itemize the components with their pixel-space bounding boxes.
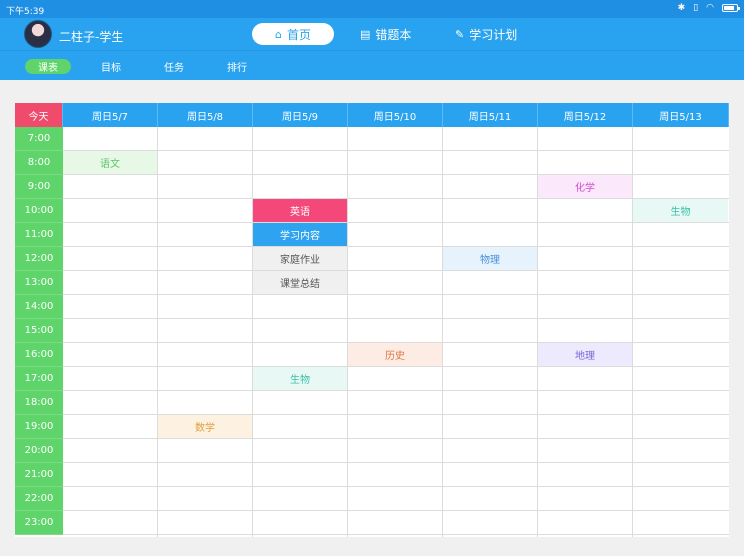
row-divider bbox=[63, 534, 729, 535]
home-icon: ⌂ bbox=[275, 27, 282, 41]
subtab-ranking[interactable]: 排行 bbox=[219, 59, 255, 74]
vibrate-icon: ▯ bbox=[693, 3, 699, 13]
class-event[interactable]: 家庭作业 bbox=[253, 247, 347, 270]
class-event[interactable]: 数学 bbox=[158, 415, 252, 438]
subtab-tasks[interactable]: 任务 bbox=[156, 59, 192, 74]
avatar[interactable] bbox=[24, 20, 52, 48]
time-label: 10:00 bbox=[15, 199, 63, 223]
time-label: 17:00 bbox=[15, 367, 63, 391]
time-label: 22:00 bbox=[15, 487, 63, 511]
class-event[interactable]: 地理 bbox=[538, 343, 632, 366]
column-divider bbox=[632, 127, 633, 537]
class-event[interactable]: 语文 bbox=[63, 151, 157, 174]
edit-icon: ✎ bbox=[455, 27, 465, 41]
day-header: 周日5/10 bbox=[348, 103, 443, 127]
subtab-ranking-label: 排行 bbox=[227, 63, 247, 74]
time-label: 9:00 bbox=[15, 175, 63, 199]
day-header: 周日5/11 bbox=[443, 103, 538, 127]
day-header: 周日5/8 bbox=[158, 103, 253, 127]
tab-study-plan-label: 学习计划 bbox=[469, 27, 518, 42]
row-divider bbox=[63, 510, 729, 511]
wifi-icon: ◠ bbox=[706, 3, 714, 13]
tab-home-label: 首页 bbox=[286, 27, 311, 42]
time-label: 15:00 bbox=[15, 319, 63, 343]
row-divider bbox=[63, 198, 729, 199]
tab-mistakes[interactable]: ▤ 错题本 bbox=[360, 23, 411, 45]
status-bar: 下午5:39 ✱ ▯ ◠ bbox=[0, 0, 744, 18]
row-divider bbox=[63, 222, 729, 223]
column-divider bbox=[157, 127, 158, 537]
day-header: 周日5/13 bbox=[633, 103, 729, 127]
class-event[interactable]: 化学 bbox=[538, 175, 632, 198]
time-label: 14:00 bbox=[15, 295, 63, 319]
day-header: 周日5/12 bbox=[538, 103, 633, 127]
time-label: 18:00 bbox=[15, 391, 63, 415]
time-label: 13:00 bbox=[15, 271, 63, 295]
row-divider bbox=[63, 150, 729, 151]
row-divider bbox=[63, 462, 729, 463]
time-label: 11:00 bbox=[15, 223, 63, 247]
top-nav-bar: 二柱子-学生 ⌂ 首页 ▤ 错题本 ✎ 学习计划 bbox=[0, 18, 744, 50]
column-divider bbox=[252, 127, 253, 537]
class-event[interactable]: 历史 bbox=[348, 343, 442, 366]
status-icons: ✱ ▯ ◠ bbox=[677, 3, 740, 13]
subtab-goals[interactable]: 目标 bbox=[93, 59, 129, 74]
row-divider bbox=[63, 390, 729, 391]
class-event[interactable]: 学习内容 bbox=[253, 223, 347, 246]
row-divider bbox=[63, 438, 729, 439]
time-label: 16:00 bbox=[15, 343, 63, 367]
class-event[interactable]: 生物 bbox=[633, 199, 728, 222]
bluetooth-icon: ✱ bbox=[677, 3, 686, 13]
class-event[interactable]: 课堂总结 bbox=[253, 271, 347, 294]
tab-mistakes-label: 错题本 bbox=[375, 27, 412, 42]
time-label: 19:00 bbox=[15, 415, 63, 439]
time-label: 23:00 bbox=[15, 511, 63, 535]
sub-nav-bar: 课表 目标 任务 排行 bbox=[0, 50, 744, 80]
time-label: 7:00 bbox=[15, 127, 63, 151]
time-label: 8:00 bbox=[15, 151, 63, 175]
time-label: 21:00 bbox=[15, 463, 63, 487]
row-divider bbox=[63, 270, 729, 271]
row-divider bbox=[63, 486, 729, 487]
subtab-timetable-label: 课表 bbox=[38, 63, 58, 74]
class-event[interactable]: 英语 bbox=[253, 199, 347, 222]
row-divider bbox=[63, 294, 729, 295]
time-label: 20:00 bbox=[15, 439, 63, 463]
column-divider bbox=[347, 127, 348, 537]
time-label: 12:00 bbox=[15, 247, 63, 271]
username: 二柱子-学生 bbox=[59, 30, 124, 44]
tab-home[interactable]: ⌂ 首页 bbox=[252, 23, 334, 45]
column-divider bbox=[442, 127, 443, 537]
subtab-goals-label: 目标 bbox=[101, 63, 121, 74]
day-header: 周日5/7 bbox=[63, 103, 158, 127]
row-divider bbox=[63, 318, 729, 319]
timetable-grid: 今天 周日5/7 周日5/8 周日5/9 周日5/10 周日5/11 周日5/12 周日5/… bbox=[15, 103, 729, 537]
row-divider bbox=[63, 246, 729, 247]
row-divider bbox=[63, 366, 729, 367]
day-header: 周日5/9 bbox=[253, 103, 348, 127]
notebook-icon: ▤ bbox=[360, 27, 371, 41]
status-time: 下午5:39 bbox=[6, 7, 45, 17]
subtab-tasks-label: 任务 bbox=[164, 63, 184, 74]
battery-icon bbox=[722, 4, 740, 12]
class-event[interactable]: 物理 bbox=[443, 247, 537, 270]
today-label: 今天 bbox=[15, 103, 63, 127]
class-event[interactable]: 生物 bbox=[253, 367, 347, 390]
tab-study-plan[interactable]: ✎ 学习计划 bbox=[455, 23, 517, 45]
subtab-timetable[interactable]: 课表 bbox=[25, 59, 71, 74]
